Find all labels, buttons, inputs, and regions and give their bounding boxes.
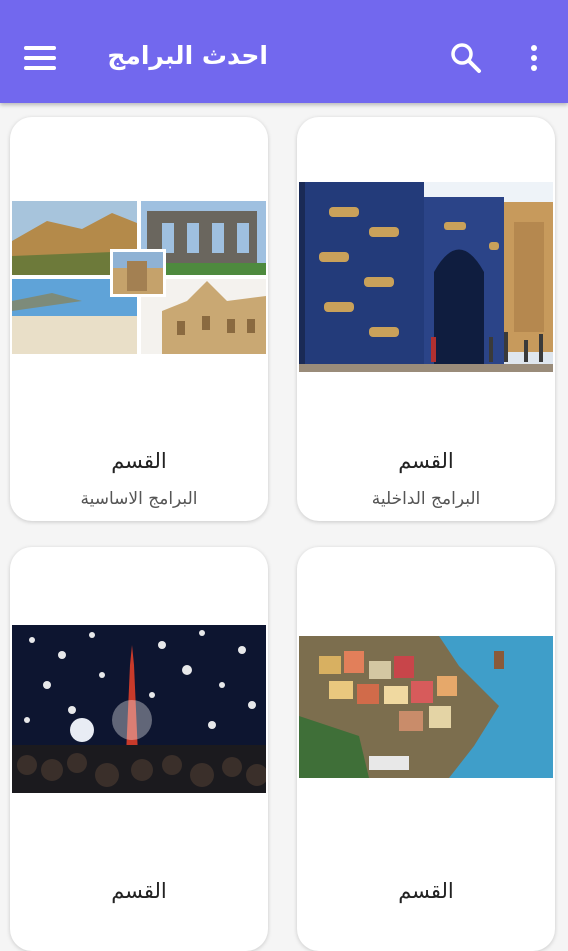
card-title: القسم — [111, 879, 167, 903]
ishtar-gate-photo — [299, 182, 553, 372]
category-card[interactable]: القسم — [297, 547, 555, 951]
category-card[interactable]: القسم البرامج الداخلية — [297, 117, 555, 521]
card-title: القسم — [111, 449, 167, 473]
category-card[interactable]: القسم البرامج الاساسية — [10, 117, 268, 521]
card-title: القسم — [398, 449, 454, 473]
page-title: احدث البرامج — [107, 41, 268, 70]
cinque-terre-photo — [299, 636, 553, 778]
card-subtitle: البرامج الداخلية — [371, 489, 481, 509]
night-festival-photo — [12, 625, 266, 793]
card-title: القسم — [398, 879, 454, 903]
card-subtitle: البرامج الاساسية — [80, 489, 198, 509]
hamburger-menu-icon[interactable] — [24, 46, 58, 72]
category-card[interactable]: القسم — [10, 547, 268, 951]
overflow-menu-icon[interactable] — [524, 40, 544, 76]
search-icon[interactable] — [448, 40, 484, 76]
app-bar: احدث البرامج — [0, 0, 568, 103]
travel-collage-photo — [12, 201, 266, 354]
